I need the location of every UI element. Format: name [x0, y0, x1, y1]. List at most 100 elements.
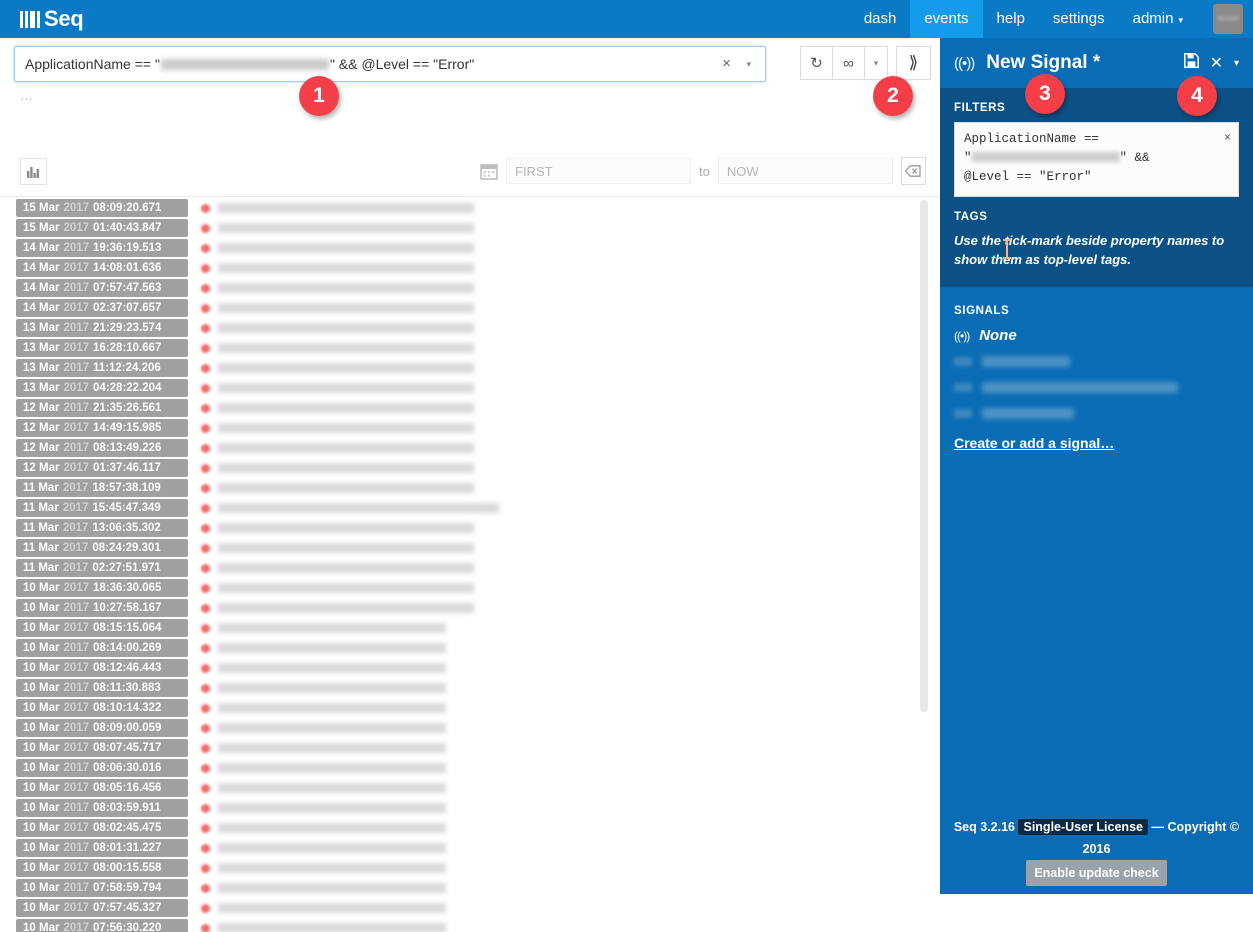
event-list[interactable]: 15 Mar201708:09:20.67115 Mar201701:40:43…	[0, 198, 940, 932]
event-timestamp: 11 Mar201702:27:51.971	[16, 559, 188, 577]
event-date: 11 Mar	[23, 522, 59, 534]
table-row[interactable]: 13 Mar201721:29:23.574	[0, 318, 940, 338]
table-row[interactable]: 10 Mar201708:15:15.064	[0, 618, 940, 638]
event-timestamp: 10 Mar201707:58:59.794	[16, 879, 188, 897]
table-row[interactable]: 15 Mar201701:40:43.847	[0, 218, 940, 238]
remove-filter-button[interactable]: ×	[1224, 128, 1231, 147]
event-message	[218, 343, 474, 353]
table-row[interactable]: 11 Mar201713:06:35.302	[0, 518, 940, 538]
table-row[interactable]: 10 Mar201708:03:59.911	[0, 798, 940, 818]
list-item[interactable]	[954, 352, 1239, 370]
table-row[interactable]: 10 Mar201708:12:46.443	[0, 658, 940, 678]
event-time: 08:11:30.883	[93, 682, 161, 694]
bar-chart-icon[interactable]	[20, 158, 47, 185]
table-row[interactable]: 11 Mar201708:24:29.301	[0, 538, 940, 558]
error-level-icon	[201, 464, 210, 473]
table-row[interactable]: 13 Mar201711:12:24.206	[0, 358, 940, 378]
table-row[interactable]: 15 Mar201708:09:20.671	[0, 198, 940, 218]
table-row[interactable]: 10 Mar201708:11:30.883	[0, 678, 940, 698]
save-signal-button[interactable]	[1184, 53, 1199, 73]
range-to-input[interactable]	[718, 158, 893, 184]
clear-query-button[interactable]: ×	[722, 47, 731, 81]
event-time: 07:57:47.563	[93, 282, 161, 294]
nav-item-dash[interactable]: dash	[850, 0, 911, 38]
event-message	[218, 843, 446, 853]
table-row[interactable]: 12 Mar201714:49:15.985	[0, 418, 940, 438]
refresh-button[interactable]: ↻	[800, 46, 833, 80]
close-signal-button[interactable]: ✕	[1210, 53, 1223, 73]
error-level-icon	[201, 764, 210, 773]
event-date: 10 Mar	[23, 682, 59, 694]
event-timestamp: 14 Mar201714:08:01.636	[16, 259, 188, 277]
event-year: 2017	[63, 202, 89, 214]
table-row[interactable]: 10 Mar201708:00:15.558	[0, 858, 940, 878]
table-row[interactable]: 10 Mar201708:14:00.269	[0, 638, 940, 658]
table-row[interactable]: 10 Mar201708:06:30.016	[0, 758, 940, 778]
table-row[interactable]: 13 Mar201716:28:10.667	[0, 338, 940, 358]
list-item[interactable]	[954, 378, 1239, 396]
table-row[interactable]: 10 Mar201708:07:45.717	[0, 738, 940, 758]
event-time: 14:49:15.985	[93, 422, 161, 434]
error-level-icon	[201, 384, 210, 393]
error-level-icon	[201, 604, 210, 613]
update-check-row: Enable update check	[940, 860, 1253, 886]
query-prefix: ApplicationName == "	[25, 56, 160, 72]
query-history-caret-icon[interactable]: ▾	[746, 47, 751, 81]
callout-badge-4: 4	[1177, 76, 1217, 116]
table-row[interactable]: 10 Mar201707:56:30.220	[0, 918, 940, 932]
event-time: 01:37:46.117	[93, 462, 161, 474]
table-row[interactable]: 10 Mar201710:27:58.167	[0, 598, 940, 618]
nav-items: dash events help settings admin ▾	[850, 0, 1197, 38]
table-row[interactable]: 10 Mar201707:58:59.794	[0, 878, 940, 898]
nav-item-help[interactable]: help	[983, 0, 1039, 38]
create-or-add-signal-link[interactable]: Create or add a signal…	[954, 435, 1114, 451]
table-row[interactable]: 10 Mar201708:10:14.322	[0, 698, 940, 718]
expand-signal-panel-button[interactable]: ⟫	[896, 46, 931, 80]
range-from-input[interactable]	[506, 158, 691, 184]
search-toolbar: ApplicationName == "" && @Level == "Erro…	[14, 46, 926, 82]
event-date: 10 Mar	[23, 642, 59, 654]
nav-item-admin[interactable]: admin ▾	[1119, 0, 1197, 38]
table-row[interactable]: 14 Mar201714:08:01.636	[0, 258, 940, 278]
search-input[interactable]: ApplicationName == "" && @Level == "Erro…	[14, 46, 766, 82]
infinite-scroll-button[interactable]: ∞	[832, 46, 865, 80]
table-row[interactable]: 10 Mar201708:09:00.059	[0, 718, 940, 738]
list-item[interactable]	[954, 404, 1239, 422]
table-row[interactable]: 11 Mar201702:27:51.971	[0, 558, 940, 578]
event-time: 08:09:20.671	[93, 202, 161, 214]
event-date: 10 Mar	[23, 862, 59, 874]
signal-menu-caret-icon[interactable]: ▾	[1234, 58, 1239, 69]
event-year: 2017	[63, 482, 89, 494]
clear-range-button[interactable]	[901, 157, 926, 185]
signal-item-none[interactable]: ((•)) None	[954, 327, 1239, 344]
nav-item-settings[interactable]: settings	[1039, 0, 1119, 38]
filter-expression[interactable]: × ApplicationName == "" && @Level == "Er…	[954, 122, 1239, 197]
table-row[interactable]: 14 Mar201702:37:07.657	[0, 298, 940, 318]
table-row[interactable]: 14 Mar201719:36:19.513	[0, 238, 940, 258]
panel-footer: Seq 3.2.16 Single-User License — Copyrig…	[940, 816, 1253, 886]
enable-update-check-button[interactable]: Enable update check	[1026, 860, 1166, 886]
table-row[interactable]: 10 Mar201708:02:45.475	[0, 818, 940, 838]
table-row[interactable]: 12 Mar201701:37:46.117	[0, 458, 940, 478]
event-date: 12 Mar	[23, 402, 59, 414]
table-row[interactable]: 11 Mar201718:57:38.109	[0, 478, 940, 498]
event-time: 08:05:16.456	[93, 782, 161, 794]
event-date: 10 Mar	[23, 842, 59, 854]
seq-logo[interactable]: Seq	[20, 6, 83, 32]
table-row[interactable]: 11 Mar201715:45:47.349	[0, 498, 940, 518]
search-action-buttons: ↻ ∞ ▾ ⟫	[800, 46, 931, 80]
avatar[interactable]: account	[1213, 4, 1243, 34]
event-year: 2017	[63, 622, 89, 634]
table-row[interactable]: 10 Mar201707:57:45.327	[0, 898, 940, 918]
table-row[interactable]: 12 Mar201708:13:49.226	[0, 438, 940, 458]
table-row[interactable]: 13 Mar201704:28:22.204	[0, 378, 940, 398]
table-row[interactable]: 10 Mar201708:01:31.227	[0, 838, 940, 858]
table-row[interactable]: 12 Mar201721:35:26.561	[0, 398, 940, 418]
table-row[interactable]: 10 Mar201708:05:16.456	[0, 778, 940, 798]
chevron-down-icon[interactable]: ▾	[864, 46, 888, 80]
nav-label: dash	[864, 0, 897, 38]
events-scrollbar[interactable]	[920, 200, 928, 712]
nav-item-events[interactable]: events	[910, 0, 982, 38]
table-row[interactable]: 14 Mar201707:57:47.563	[0, 278, 940, 298]
table-row[interactable]: 10 Mar201718:36:30.065	[0, 578, 940, 598]
